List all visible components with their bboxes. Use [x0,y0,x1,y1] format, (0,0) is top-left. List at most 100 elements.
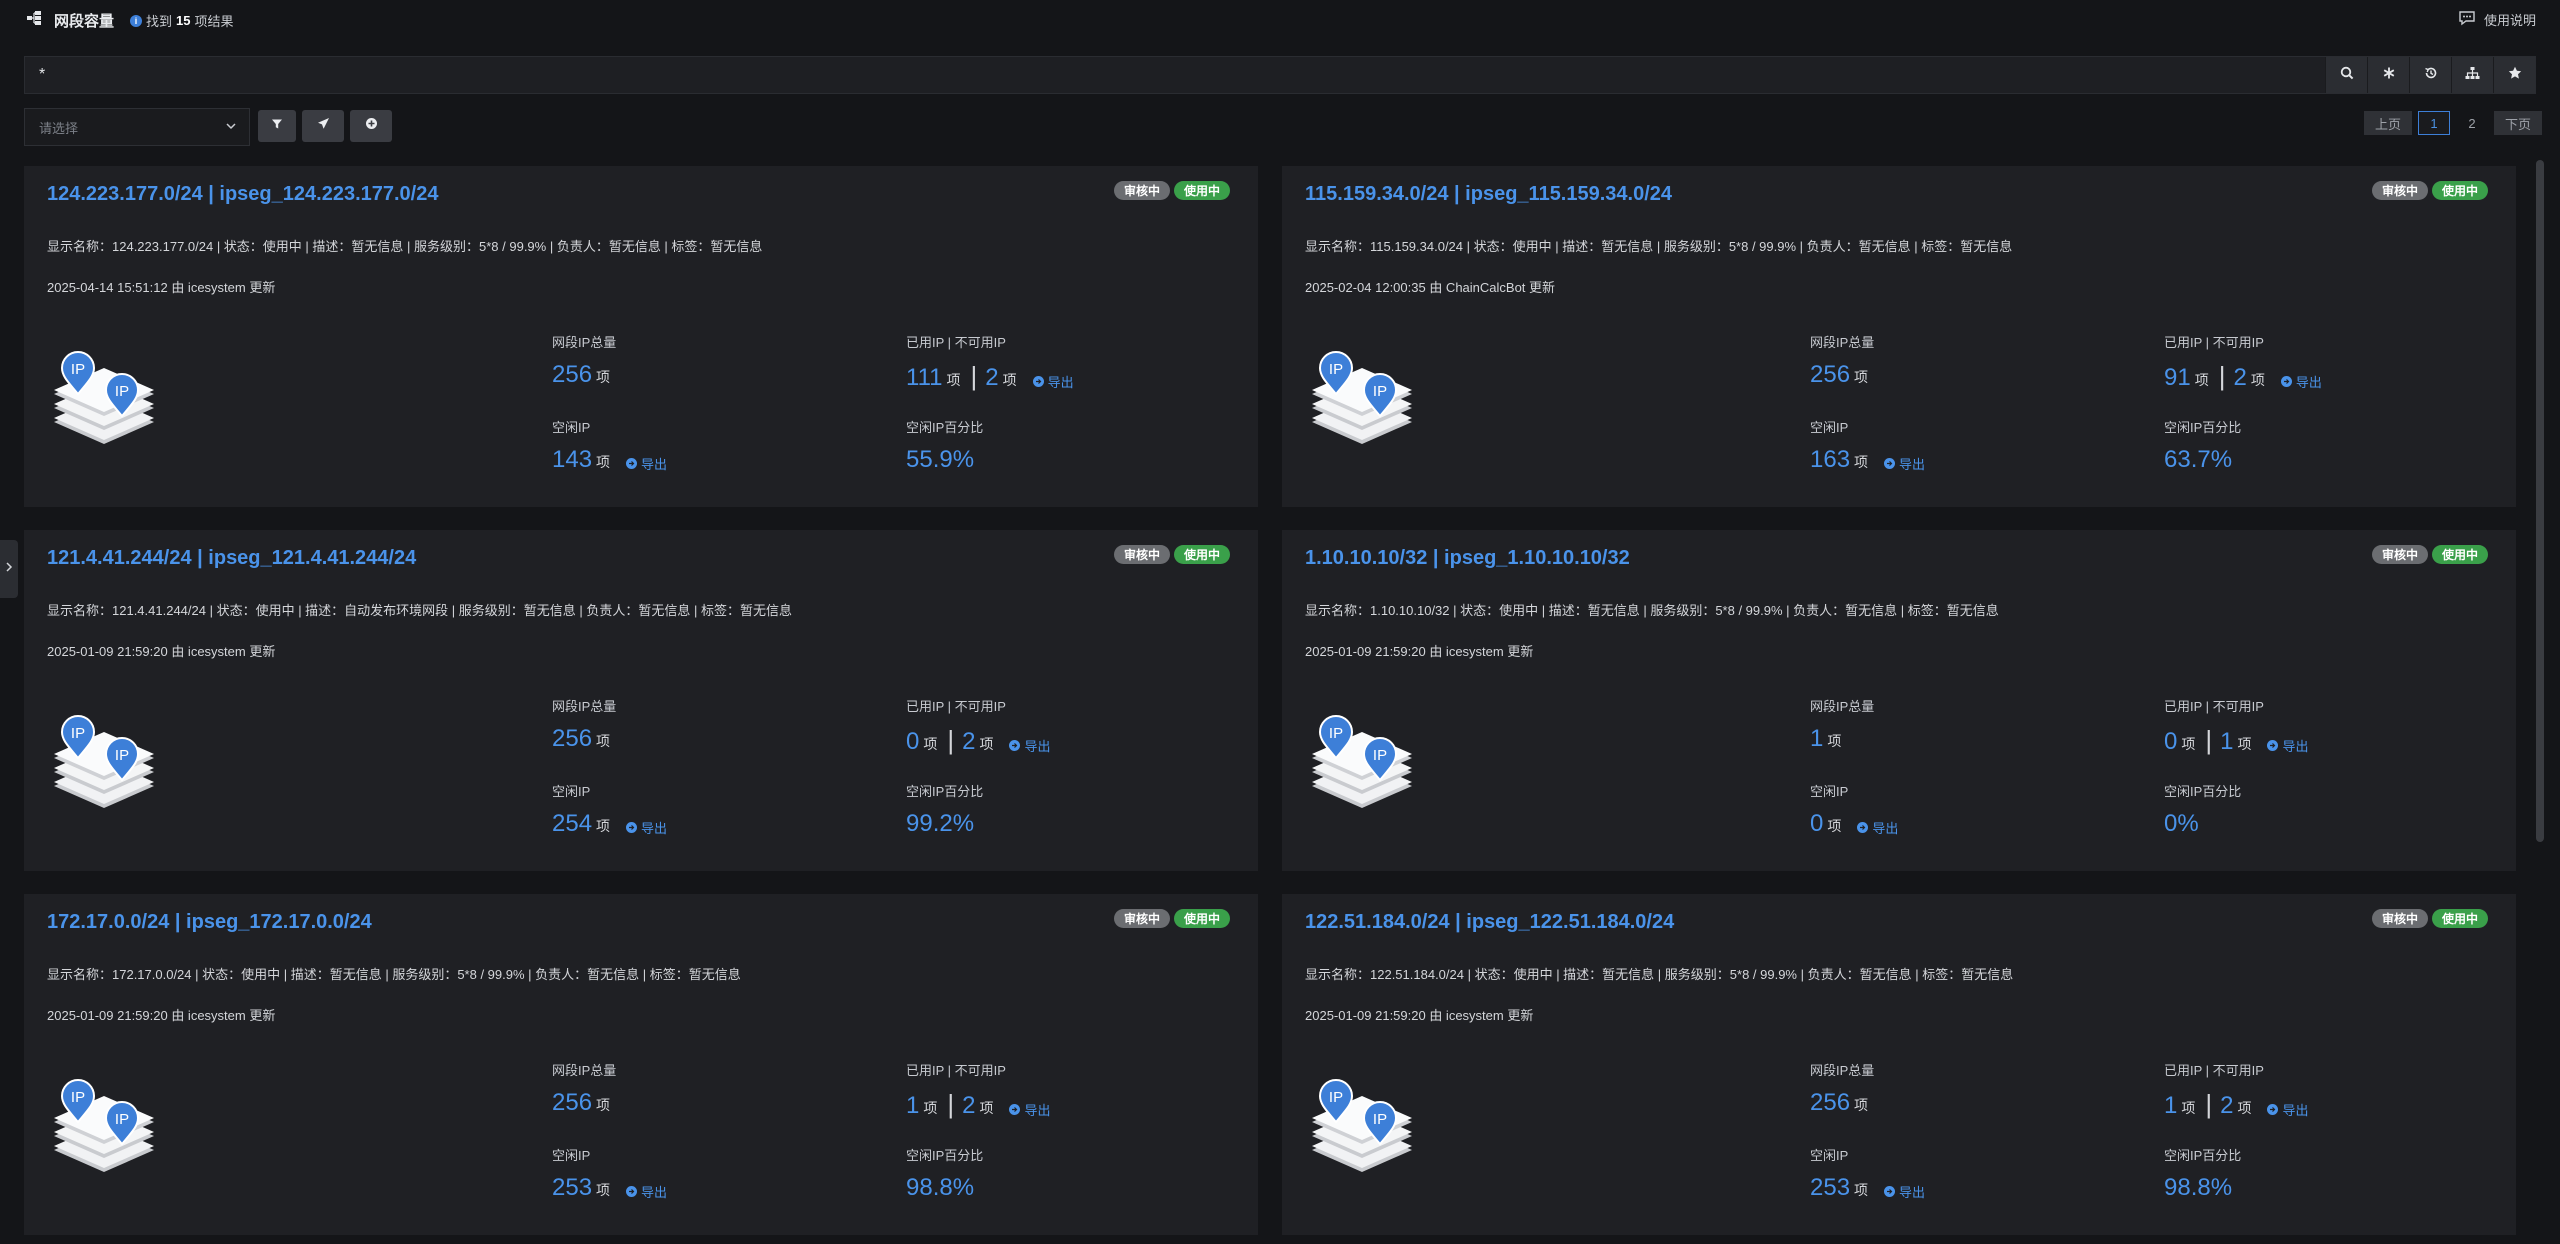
export-label: 导出 [2295,375,2322,390]
next-page-button[interactable]: 下页 [2493,111,2542,135]
unusable-ip-value[interactable]: 2 [962,728,975,756]
free-ip-percent-label: 空闲IP百分比 [2164,420,2242,435]
chevron-down-icon [225,120,237,135]
used-ip-stat: 已用IP | 不可用IP 0 项 | 1 项 导出 [2164,696,2309,756]
free-ip-percent-stat: 空闲IP百分比 98.8% [906,1145,983,1202]
export-arrow-icon [626,458,638,469]
export-used-button[interactable]: 导出 [1009,1100,1051,1119]
used-ip-value[interactable]: 0 [906,728,919,756]
favorite-button[interactable] [2493,57,2535,93]
free-ip-value[interactable]: 163 [1810,446,1850,474]
segment-title-link[interactable]: 1.10.10.10/32 | ipseg_1.10.10.10/32 [1305,547,1630,570]
unit-label: 项 [2237,1100,2252,1116]
export-used-button[interactable]: 导出 [1009,736,1051,755]
unit-label: 项 [1854,454,1869,470]
search-bar [24,56,2536,94]
export-arrow-icon [626,822,638,833]
used-ip-value[interactable]: 1 [906,1092,919,1120]
value-separator: | [947,1089,955,1119]
export-label: 导出 [2282,1103,2309,1118]
history-icon [2424,66,2438,85]
export-free-button[interactable]: 导出 [626,454,667,473]
unit-label: 项 [596,818,611,834]
segment-title-link[interactable]: 121.4.41.244/24 | ipseg_121.4.41.244/24 [47,547,416,570]
segment-meta: 显示名称：115.159.34.0/24 | 状态：使用中 | 描述：暂无信息 … [1305,239,2013,254]
segment-title-link[interactable]: 122.51.184.0/24 | ipseg_122.51.184.0/24 [1305,911,1674,934]
page-1-button[interactable]: 1 [2417,111,2450,135]
unusable-ip-value[interactable]: 2 [962,1092,975,1120]
free-ip-value[interactable]: 143 [552,446,592,474]
updated-info: 2025-01-09 21:59:20 由 icesystem 更新 [47,1008,276,1023]
segment-title-link[interactable]: 124.223.177.0/24 | ipseg_124.223.177.0/2… [47,183,438,206]
free-ip-percent-stat: 空闲IP百分比 98.8% [2164,1145,2241,1202]
tree-view-button[interactable] [2451,57,2493,93]
search-input[interactable] [25,57,2331,93]
history-button[interactable] [2409,57,2451,93]
help-link[interactable]: 使用说明 [2458,10,2536,29]
free-ip-percent-stat: 空闲IP百分比 99.2% [906,781,983,838]
unit-label: 项 [1854,1097,1869,1113]
used-ip-value[interactable]: 1 [2164,1092,2177,1120]
filter-button[interactable] [258,110,296,142]
export-free-button[interactable]: 导出 [626,1182,667,1201]
value-separator: | [2205,1089,2213,1119]
unit-label: 项 [2194,372,2209,388]
unit-label: 项 [2237,736,2252,752]
svg-text:IP: IP [115,1111,129,1128]
wildcard-button[interactable] [2367,57,2409,93]
unusable-ip-value[interactable]: 2 [985,364,998,392]
select-placeholder: 请选择 [39,120,79,136]
unusable-ip-value[interactable]: 2 [2233,364,2246,392]
free-ip-percent-stat: 空闲IP百分比 55.9% [906,417,983,474]
category-select[interactable]: 请选择 [24,108,250,146]
sitemap-icon [2465,66,2480,85]
export-label: 导出 [1024,1103,1051,1118]
sidebar-expand-button[interactable] [0,540,18,598]
segment-meta: 显示名称：172.17.0.0/24 | 状态：使用中 | 描述：暂无信息 | … [47,967,741,982]
add-button[interactable] [350,110,392,142]
export-label: 导出 [641,821,668,836]
prev-page-button[interactable]: 上页 [2363,111,2412,135]
export-used-button[interactable]: 导出 [2267,1100,2309,1119]
svg-text:IP: IP [115,747,129,764]
used-ip-stat: 已用IP | 不可用IP 1 项 | 2 项 导出 [906,1060,1051,1120]
segment-title-link[interactable]: 115.159.34.0/24 | ipseg_115.159.34.0/24 [1305,183,1672,206]
status-badges: 审核中 使用中 [1113,545,1230,564]
used-ip-stat: 已用IP | 不可用IP 91 项 | 2 项 导出 [2164,332,2322,392]
free-ip-value[interactable]: 254 [552,810,592,838]
total-ip-value: 256 [552,361,593,388]
star-icon [2508,66,2522,85]
status-badges: 审核中 使用中 [2371,909,2488,928]
value-separator: | [2205,725,2213,755]
scrollbar[interactable] [2536,160,2544,842]
export-used-button[interactable]: 导出 [2280,372,2322,391]
free-ip-label: 空闲IP [1810,420,1849,435]
segment-meta: 显示名称：122.51.184.0/24 | 状态：使用中 | 描述：暂无信息 … [1305,967,2014,982]
used-ip-value[interactable]: 111 [906,364,942,392]
segment-title-link[interactable]: 172.17.0.0/24 | ipseg_172.17.0.0/24 [47,911,372,934]
used-ip-value[interactable]: 91 [2164,364,2191,392]
free-ip-value[interactable]: 253 [1810,1174,1850,1202]
chevron-right-icon [4,560,14,578]
free-ip-value[interactable]: 253 [552,1174,592,1202]
review-badge: 审核中 [2371,181,2428,200]
export-free-button[interactable]: 导出 [1884,1182,1925,1201]
free-ip-value[interactable]: 0 [1810,810,1823,838]
export-used-button[interactable]: 导出 [1032,372,1074,391]
export-used-button[interactable]: 导出 [2267,736,2309,755]
search-button[interactable] [2325,57,2367,93]
export-free-button[interactable]: 导出 [1857,818,1898,837]
export-free-button[interactable]: 导出 [1884,454,1925,473]
used-ip-value[interactable]: 0 [2164,728,2177,756]
unusable-ip-value[interactable]: 1 [2220,728,2233,756]
export-free-button[interactable]: 导出 [626,818,667,837]
free-ip-percent-label: 空闲IP百分比 [2164,1148,2242,1163]
help-label: 使用说明 [2483,13,2536,28]
send-button[interactable] [302,110,344,142]
ip-layers-illustration: IP IP [1302,1064,1422,1184]
segment-card: 115.159.34.0/24 | ipseg_115.159.34.0/24 … [1282,166,2516,507]
export-label: 导出 [2282,739,2309,754]
export-arrow-icon [1857,822,1869,833]
unusable-ip-value[interactable]: 2 [2220,1092,2233,1120]
page-2-button[interactable]: 2 [2456,111,2488,135]
